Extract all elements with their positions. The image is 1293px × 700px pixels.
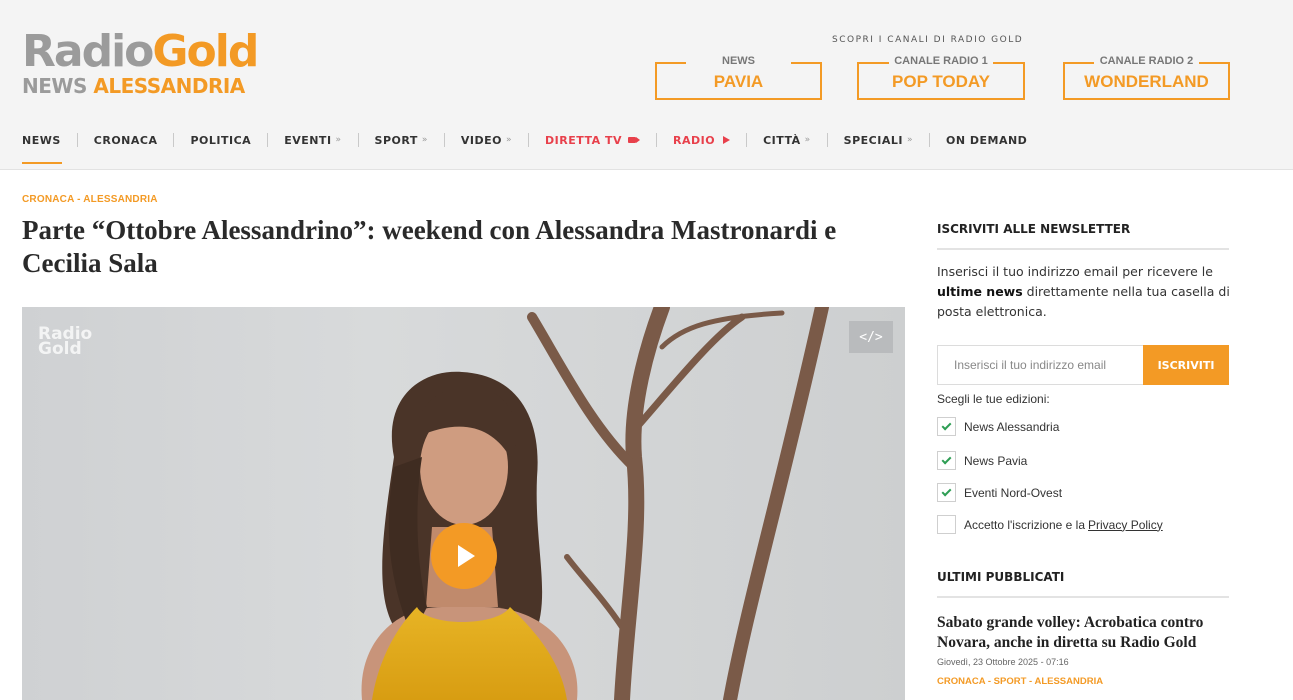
site-header: RadioGold NEWS ALESSANDRIA SCOPRI I CANA…: [0, 0, 1293, 170]
video-camera-icon: [628, 137, 640, 143]
desc-text: Inserisci il tuo indirizzo email per ric…: [937, 264, 1213, 279]
latest-heading: ULTIMI PUBBLICATI: [937, 570, 1065, 584]
nav-divider: [173, 133, 175, 147]
site-logo[interactable]: RadioGold NEWS ALESSANDRIA: [22, 26, 259, 99]
email-input[interactable]: [937, 345, 1143, 385]
logo-radio: Radio: [22, 26, 154, 77]
chevron-down-icon: »: [804, 135, 811, 145]
edition-label: News Alessandria: [964, 419, 1060, 434]
article-category[interactable]: CRONACA - ALESSANDRIA: [22, 194, 158, 205]
channel-name: WONDERLAND: [1084, 72, 1209, 91]
nav-divider: [746, 133, 748, 147]
channel-subtitle: CANALE RADIO 2: [1099, 55, 1194, 67]
nav-label: POLITICA: [190, 133, 252, 147]
desc-emphasis: ultime news: [937, 284, 1023, 299]
chevron-down-icon: »: [506, 135, 513, 145]
check-icon: [941, 454, 952, 465]
edition-label: News Pavia: [964, 453, 1028, 468]
chevron-down-icon: »: [906, 135, 913, 145]
latest-article-date: Giovedì, 23 Ottobre 2025 - 07:16: [937, 657, 1069, 667]
channel-wonderland[interactable]: CANALE RADIO 2 WONDERLAND: [1063, 55, 1230, 100]
article-title: Parte “Ottobre Alessandrino”: weekend co…: [22, 215, 837, 278]
nav-divider: [528, 133, 530, 147]
nav-divider: [826, 133, 828, 147]
edition-label: Eventi Nord-Ovest: [964, 485, 1063, 500]
checkbox-checked[interactable]: [937, 483, 956, 502]
privacy-consent[interactable]: Accetto l'iscrizione e la Privacy Policy: [937, 515, 1163, 534]
privacy-policy-link[interactable]: Privacy Policy: [1088, 518, 1163, 532]
nav-label: CRONACA: [93, 133, 158, 147]
nav-label: VIDEO: [460, 133, 502, 147]
newsletter-description: Inserisci il tuo indirizzo email per ric…: [937, 262, 1232, 322]
logo-news: NEWS: [22, 74, 87, 98]
check-icon: [941, 486, 952, 497]
video-player[interactable]: Radio Gold </>: [22, 307, 905, 700]
video-watermark-logo: Radio Gold: [38, 326, 92, 359]
nav-citta[interactable]: CITTÀ»: [763, 134, 811, 147]
channel-name: POP TODAY: [892, 72, 990, 91]
nav-radio[interactable]: RADIO: [673, 133, 731, 147]
edition-option[interactable]: News Alessandria: [937, 417, 1059, 436]
logo-gold: Gold: [152, 26, 259, 77]
newsletter-form: ISCRIVITI: [937, 345, 1229, 385]
latest-article-categories[interactable]: CRONACA - SPORT - ALESSANDRIA: [937, 676, 1103, 687]
channel-news-pavia[interactable]: NEWS PAVIA: [655, 55, 822, 100]
editions-label: Scegli le tue edizioni:: [937, 392, 1050, 406]
nav-divider: [76, 133, 78, 147]
nav-label: DIRETTA TV: [545, 133, 622, 147]
nav-politica[interactable]: POLITICA: [190, 134, 251, 147]
nav-on-demand[interactable]: ON DEMAND: [946, 134, 1027, 147]
video-play-button[interactable]: [431, 523, 497, 589]
privacy-text: Accetto l'iscrizione e la: [964, 517, 1086, 532]
section-divider: [937, 596, 1229, 598]
channel-pop-today[interactable]: CANALE RADIO 1 POP TODAY: [857, 55, 1025, 100]
section-divider: [937, 248, 1229, 250]
nav-label: CITTÀ: [763, 133, 801, 147]
video-thumbnail: [361, 307, 829, 700]
nav-label: NEWS: [22, 133, 61, 147]
check-icon: [941, 420, 952, 431]
nav-eventi[interactable]: EVENTI»: [284, 134, 341, 147]
checkbox-checked[interactable]: [937, 417, 956, 436]
logo-edition: NEWS ALESSANDRIA: [22, 74, 257, 98]
logo-city: ALESSANDRIA: [93, 74, 245, 98]
newsletter-heading: ISCRIVITI ALLE NEWSLETTER: [937, 222, 1131, 236]
latest-article-title[interactable]: Sabato grande volley: Acrobatica contro …: [937, 613, 1229, 653]
nav-news[interactable]: NEWS: [22, 134, 61, 147]
nav-diretta-tv[interactable]: DIRETTA TV: [545, 133, 640, 147]
nav-divider: [443, 133, 445, 147]
chevron-down-icon: »: [335, 135, 342, 145]
nav-cronaca[interactable]: CRONACA: [94, 134, 158, 147]
chevron-down-icon: »: [421, 135, 428, 145]
nav-video[interactable]: VIDEO »: [461, 134, 512, 147]
nav-sport[interactable]: SPORT»: [375, 134, 428, 147]
play-icon: [458, 545, 475, 567]
nav-label: RADIO: [673, 133, 716, 147]
nav-label: EVENTI: [284, 133, 332, 147]
subscribe-button[interactable]: ISCRIVITI: [1143, 345, 1229, 385]
watermark-line: Gold: [38, 339, 82, 359]
active-nav-indicator: [22, 162, 62, 164]
nav-speciali[interactable]: SPECIALI»: [844, 134, 913, 147]
nav-divider: [928, 133, 930, 147]
logo-wordmark: RadioGold: [22, 26, 259, 77]
edition-option[interactable]: Eventi Nord-Ovest: [937, 483, 1062, 502]
nav-divider: [357, 133, 359, 147]
main-nav: NEWS CRONACA POLITICA EVENTI» SPORT» VID…: [22, 130, 1027, 150]
nav-label: ON DEMAND: [945, 133, 1028, 147]
nav-divider: [267, 133, 269, 147]
channel-name: PAVIA: [713, 72, 764, 91]
discover-channels-label: SCOPRI I CANALI DI RADIO GOLD: [832, 35, 1024, 45]
nav-divider: [656, 133, 657, 147]
checkbox-unchecked[interactable]: [937, 515, 956, 534]
play-icon: [723, 136, 731, 144]
channel-subtitle: CANALE RADIO 1: [894, 55, 988, 67]
checkbox-checked[interactable]: [937, 451, 956, 470]
embed-code-button[interactable]: </>: [849, 321, 893, 353]
nav-label: SPECIALI: [843, 133, 903, 147]
channel-subtitle: NEWS: [722, 55, 755, 67]
nav-label: SPORT: [374, 133, 418, 147]
edition-option[interactable]: News Pavia: [937, 451, 1027, 470]
